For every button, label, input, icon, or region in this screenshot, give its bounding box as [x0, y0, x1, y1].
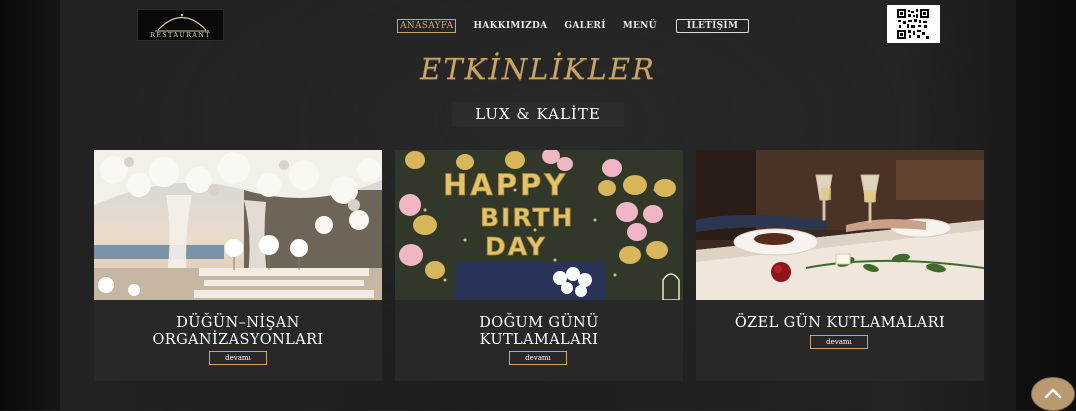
- nav-home[interactable]: ANASAYFA: [397, 19, 457, 33]
- devami-button[interactable]: devamı: [509, 351, 567, 365]
- birthday-photo: HAPPY BIRTH DAY: [395, 150, 683, 300]
- section-heading: ETKİNLİKLER: [420, 52, 656, 86]
- devami-button[interactable]: devamı: [810, 335, 868, 349]
- event-card-special-day[interactable]: ÖZEL GÜN KUTLAMALARI devamı: [696, 150, 984, 381]
- card-title-line1: DOĞUM GÜNÜ: [479, 315, 599, 331]
- restaurant-logo[interactable]: RESTAURANT: [137, 9, 224, 41]
- dome-logo-icon: [155, 13, 209, 32]
- nav-gallery[interactable]: GALERİ: [564, 21, 605, 31]
- card-title-line2: ORGANİZASYONLARI: [152, 332, 324, 348]
- dinner-photo: [696, 150, 984, 300]
- main-nav: ANASAYFA HAKKIMIZDA GALERİ MENÜ İLETİŞİM: [397, 18, 766, 34]
- card-title-line2: KUTLAMALARI: [479, 332, 599, 348]
- event-card-wedding[interactable]: DÜĞÜN–NİŞAN ORGANİZASYONLARI devamı: [94, 150, 382, 381]
- nav-contact[interactable]: İLETİŞİM: [675, 19, 750, 33]
- logo-text: RESTAURANT: [150, 31, 211, 39]
- wedding-photo: [94, 150, 382, 300]
- qr-code-icon: [897, 9, 929, 39]
- card-title-line1: DÜĞÜN–NİŞAN: [176, 315, 300, 331]
- event-card-birthday[interactable]: HAPPY BIRTH DAY DOĞUM GÜNÜ KUTLAMALARI d…: [395, 150, 683, 381]
- section-subtitle: LUX & KALİTE: [452, 102, 624, 127]
- balloon-text-birth: BIRTH: [480, 203, 574, 232]
- devami-button[interactable]: devamı: [209, 351, 267, 365]
- chevron-up-icon: [1044, 388, 1062, 399]
- card-title-line1: ÖZEL GÜN KUTLAMALARI: [734, 315, 946, 331]
- nav-about[interactable]: HAKKIMIZDA: [473, 21, 547, 31]
- balloon-text-happy: HAPPY: [443, 168, 568, 202]
- scroll-top-button[interactable]: [1031, 377, 1075, 411]
- qr-code[interactable]: [887, 5, 940, 43]
- nav-menu[interactable]: MENÜ: [623, 21, 657, 31]
- balloon-text-day: DAY: [485, 232, 547, 261]
